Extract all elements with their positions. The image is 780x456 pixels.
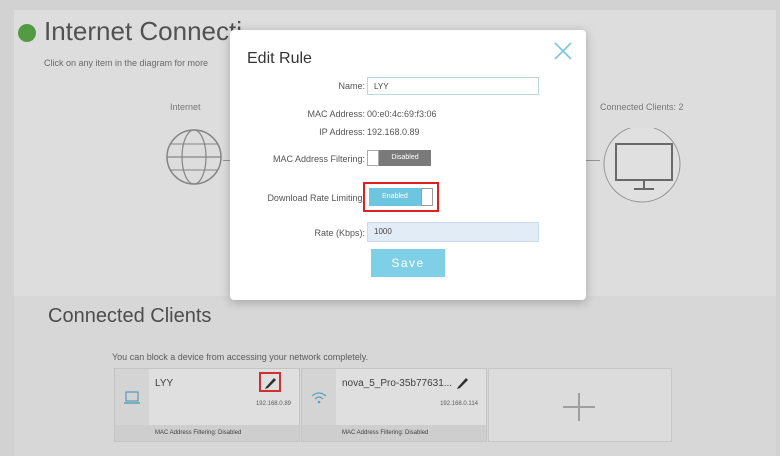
rate-field[interactable]: 1000 bbox=[367, 222, 539, 242]
mac-address-value: 00:e0:4c:69:f3:06 bbox=[367, 109, 437, 119]
save-button[interactable]: Save bbox=[371, 249, 445, 277]
toggle-state: Disabled bbox=[379, 150, 431, 166]
close-icon[interactable] bbox=[554, 42, 572, 60]
rate-limiting-highlight: Enabled bbox=[363, 182, 439, 212]
mac-filtering-label: MAC Address Filtering: bbox=[272, 154, 365, 164]
edit-rule-dialog: Edit Rule Name: LYY MAC Address: 00:e0:4… bbox=[230, 30, 586, 300]
toggle-state: Enabled bbox=[369, 188, 421, 206]
dialog-title: Edit Rule bbox=[247, 50, 312, 67]
download-rate-limiting-label: Download Rate Limiting: bbox=[267, 193, 365, 203]
mac-address-label: MAC Address: bbox=[307, 109, 365, 119]
mac-filtering-toggle[interactable]: Disabled bbox=[367, 150, 431, 166]
name-label: Name: bbox=[338, 81, 365, 91]
ip-address-label: IP Address: bbox=[319, 127, 365, 137]
rate-label: Rate (Kbps): bbox=[314, 228, 365, 238]
toggle-knob bbox=[367, 150, 379, 166]
name-field[interactable]: LYY bbox=[367, 77, 539, 95]
rate-limiting-toggle[interactable]: Enabled bbox=[369, 188, 433, 206]
ip-address-value: 192.168.0.89 bbox=[367, 127, 420, 137]
toggle-knob bbox=[421, 188, 433, 206]
